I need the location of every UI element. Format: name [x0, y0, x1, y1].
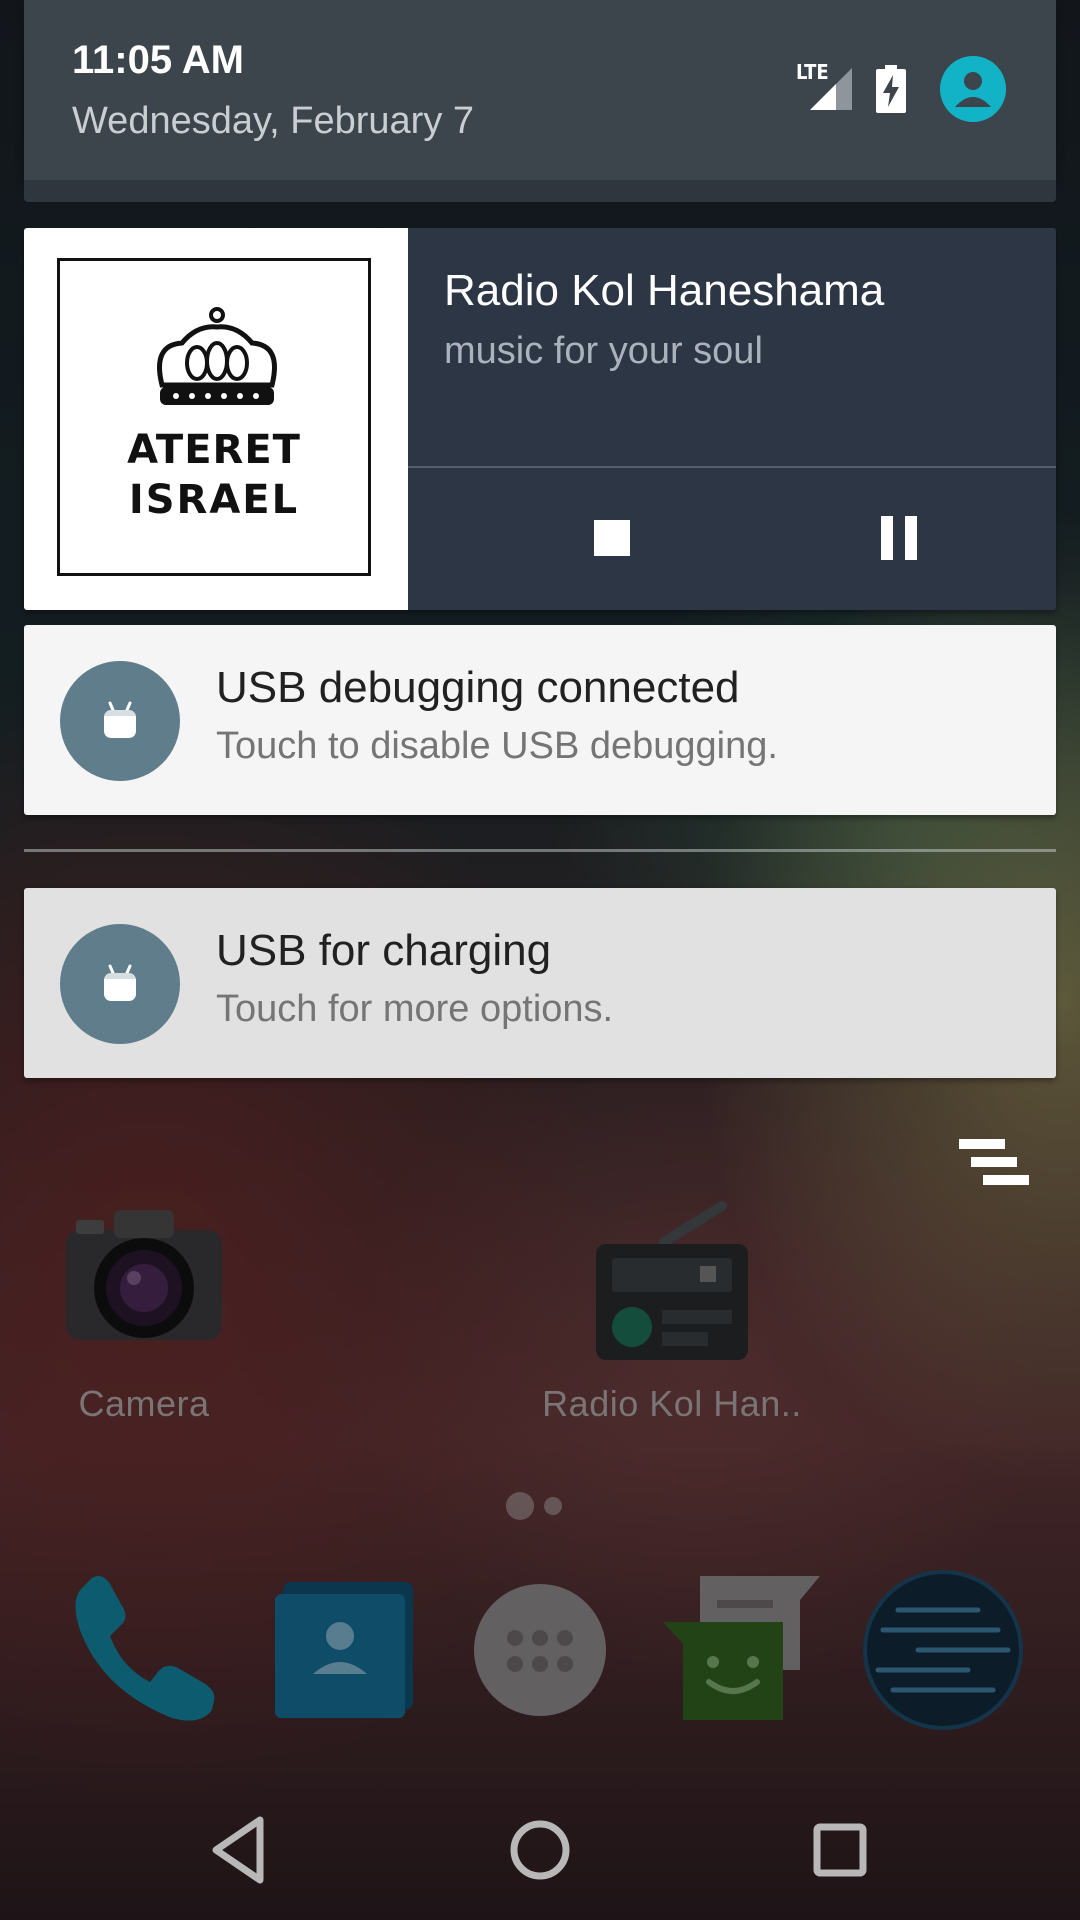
- album-art: ATERET ISRAEL: [24, 228, 408, 610]
- android-icon: [104, 701, 136, 738]
- notification-section-divider: [24, 849, 1056, 852]
- media-notification[interactable]: ATERET ISRAEL Radio Kol Haneshama music …: [24, 228, 1056, 610]
- person-icon: [955, 72, 991, 107]
- clock: 11:05 AM: [72, 38, 244, 82]
- dismiss-all-button[interactable]: [955, 1135, 1031, 1195]
- date: Wednesday, February 7: [72, 100, 475, 142]
- notification-title: USB debugging connected: [216, 663, 740, 712]
- android-screen: Camera Radio Kol Han.. 11:05 AM Wednesda…: [0, 0, 1080, 1920]
- notification-text: Touch to disable USB debugging.: [216, 725, 778, 767]
- stop-button[interactable]: [572, 498, 652, 578]
- notification-title: USB for charging: [216, 926, 552, 975]
- shade-header-edge: [24, 180, 1056, 202]
- album-logo-line1: ATERET: [127, 427, 301, 473]
- usb-charging-notification[interactable]: USB for charging Touch for more options.: [24, 888, 1056, 1078]
- media-title: Radio Kol Haneshama: [444, 266, 885, 315]
- usb-debugging-notification[interactable]: USB debugging connected Touch to disable…: [24, 625, 1056, 815]
- crown-logo-icon: [157, 307, 277, 405]
- media-subtitle: music for your soul: [444, 330, 763, 372]
- stop-icon: [594, 520, 630, 556]
- battery-charging-icon: [876, 65, 906, 113]
- notification-icon-badge: [60, 661, 180, 781]
- shade-header: 11:05 AM Wednesday, February 7 LTE: [24, 0, 1056, 180]
- album-art-frame: ATERET ISRAEL: [57, 258, 371, 576]
- notification-icon-badge: [60, 924, 180, 1044]
- android-icon: [104, 964, 136, 1001]
- status-icons: LTE: [796, 56, 1006, 122]
- pause-button[interactable]: [859, 498, 939, 578]
- pause-icon: [881, 516, 917, 560]
- clear-all-icon: [959, 1139, 1029, 1185]
- media-divider: [408, 466, 1056, 468]
- album-logo-line2: ISRAEL: [128, 477, 300, 523]
- notification-text: Touch for more options.: [216, 988, 614, 1030]
- user-avatar[interactable]: [940, 56, 1006, 122]
- lte-signal-icon: LTE: [796, 60, 854, 112]
